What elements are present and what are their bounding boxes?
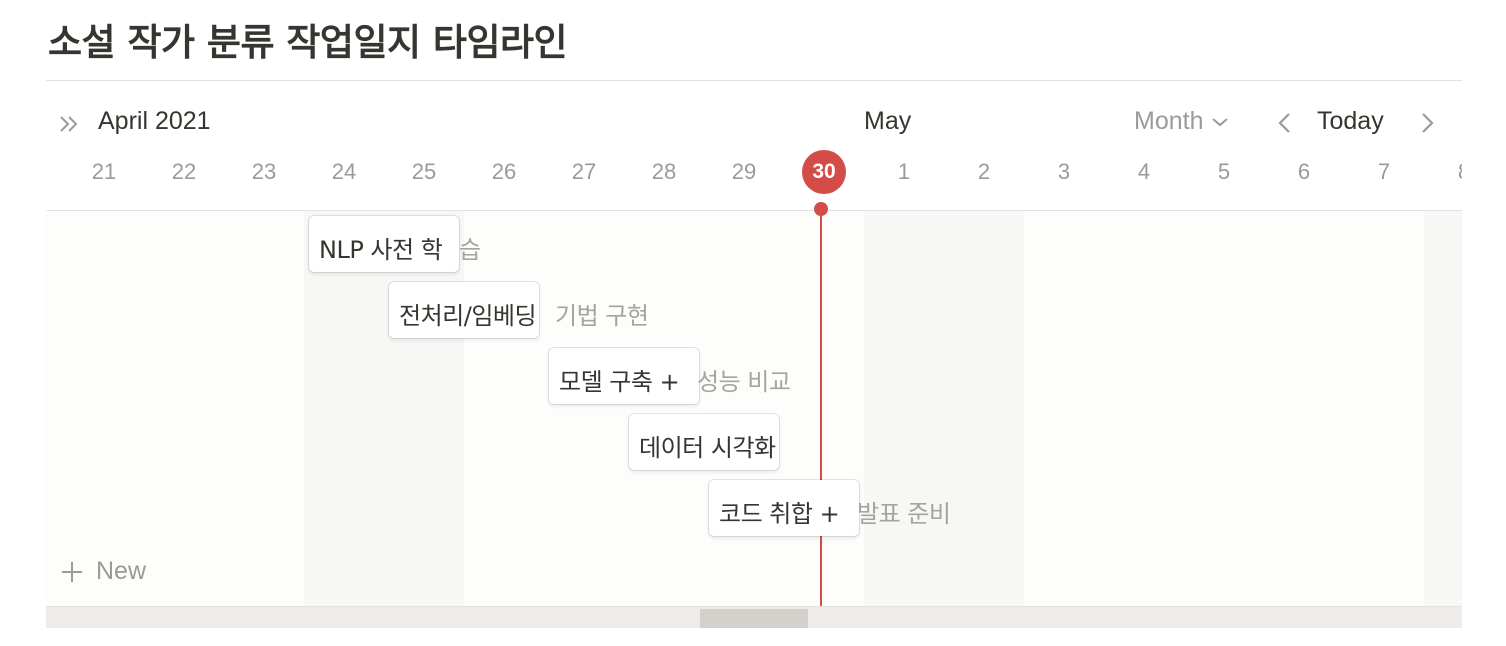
task-title: 코드 취합 + xyxy=(719,500,840,528)
plus-icon xyxy=(62,561,82,582)
day-label: 1 xyxy=(897,159,911,184)
chevron-down-icon xyxy=(1212,117,1229,126)
horizontal-scrollbar[interactable] xyxy=(46,606,1462,628)
task-title: NLP 사전 학 xyxy=(319,236,443,264)
header-divider xyxy=(46,210,1462,211)
day-label: 26 xyxy=(491,159,517,184)
task-title-overflow: 성능 비교 xyxy=(697,368,791,396)
task-card[interactable]: 코드 취합 + 발표 준비 xyxy=(709,480,951,536)
day-label: 8 xyxy=(1424,159,1462,185)
today-marker-line xyxy=(820,210,822,606)
next-month-label: May xyxy=(864,107,912,135)
new-item-button[interactable]: New xyxy=(60,557,146,586)
task-card[interactable]: NLP 사전 학 습 xyxy=(309,216,481,272)
task-card[interactable]: 전처리/임베딩 기법 구현 xyxy=(389,282,649,338)
weekend-column xyxy=(864,211,1024,606)
task-title-overflow: 습 xyxy=(459,236,481,264)
day-label: 7 xyxy=(1377,159,1391,184)
day-label: 5 xyxy=(1217,159,1231,184)
day-label: 29 xyxy=(731,159,757,184)
today-day-label: 30 xyxy=(802,150,846,194)
day-label: 21 xyxy=(91,159,117,184)
day-label: 24 xyxy=(331,159,357,184)
page-title: 소설 작가 분류 작업일지 타임라인 xyxy=(48,21,568,64)
timeline-header: April 2021 May Month Today 21 22 23 24 25 26 2… xyxy=(46,81,1462,211)
task-title-overflow: 기법 구현 xyxy=(555,302,649,330)
day-label: 3 xyxy=(1057,159,1071,184)
task-card[interactable]: 모델 구축 + 성능 비교 xyxy=(549,348,791,404)
double-chevron-right-icon[interactable] xyxy=(58,113,80,135)
task-title: 모델 구축 + xyxy=(559,368,680,396)
timeline-view: April 2021 May Month Today 21 22 23 24 25 26 2… xyxy=(46,81,1462,628)
day-label: 23 xyxy=(251,159,277,184)
task-card[interactable]: 데이터 시각화 xyxy=(629,414,779,470)
day-label: 25 xyxy=(411,159,437,184)
day-label: 27 xyxy=(571,159,597,184)
today-marker-dot xyxy=(814,202,828,216)
task-title: 전처리/임베딩 xyxy=(399,302,537,330)
chevron-left-icon[interactable] xyxy=(1274,111,1296,135)
day-label: 28 xyxy=(651,159,677,184)
new-item-label: New xyxy=(96,557,147,585)
view-mode-select[interactable]: Month xyxy=(1134,107,1229,136)
chevron-right-icon[interactable] xyxy=(1416,111,1438,135)
day-label: 6 xyxy=(1297,159,1311,184)
task-title: 데이터 시각화 xyxy=(639,434,776,462)
timeline-body-background xyxy=(46,211,1462,606)
day-label: 22 xyxy=(171,159,197,184)
day-label: 4 xyxy=(1137,159,1151,184)
day-label: 2 xyxy=(977,159,991,184)
view-mode-label: Month xyxy=(1134,107,1204,135)
today-button[interactable]: Today xyxy=(1317,107,1384,136)
scrollbar-thumb[interactable] xyxy=(700,609,808,628)
current-month-label: April 2021 xyxy=(98,107,211,135)
weekend-column xyxy=(1424,211,1462,606)
task-title-overflow: 발표 준비 xyxy=(857,500,951,528)
